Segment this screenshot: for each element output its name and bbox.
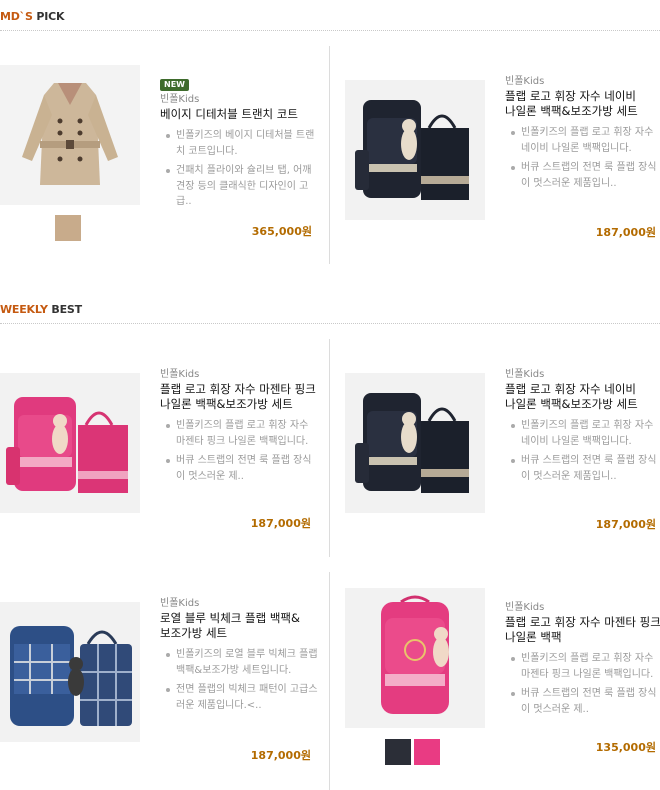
- product-description: 빈폴키즈의 플랩 로고 휘장 자수 네이비 나일론 백팩입니다. 버큐 스트랩의…: [505, 418, 660, 484]
- product-description: 빈폴키즈의 로열 블루 빅체크 플랩 백팩&보조가방 세트입니다. 전면 플랩의…: [160, 647, 318, 713]
- product-name-link[interactable]: 플랩 로고 휘장 자수 네이비 나일론 백팩&보조가방 세트: [505, 382, 660, 412]
- product-image-pink-backpack[interactable]: [345, 588, 485, 728]
- description-line: 빈폴키즈의 플랩 로고 휘장 자수 마젠타 핑크 나일론 백팩입니다.: [160, 418, 318, 449]
- product-info: 빈폴Kids 플랩 로고 휘장 자수 네이비 나일론 백팩&보조가방 세트 빈폴…: [505, 368, 660, 488]
- product-image-pink-backpack-set[interactable]: [0, 373, 140, 513]
- product-price: 187,000원: [250, 517, 311, 530]
- product-price: 187,000원: [595, 518, 656, 531]
- description-line: 빈폴키즈의 베이지 디테처블 트랜치 코트입니다.: [160, 128, 318, 159]
- section-title-md-pick: MD`S PICK: [0, 10, 64, 23]
- description-line: 버큐 스트랩의 전면 룩 플랩 장식이 멋스러운 제..: [160, 453, 318, 484]
- product-price: 187,000원: [250, 749, 311, 762]
- section-title-weekly-best: WEEKLY BEST: [0, 303, 82, 316]
- product-price: 187,000원: [595, 226, 656, 239]
- product-info: 빈폴Kids 로열 블루 빅체크 플랩 백팩&보조가방 세트 빈폴키즈의 로열 …: [160, 597, 318, 717]
- product-info: 빈폴Kids 플랩 로고 휘장 자수 마젠타 핑크 나일론 백팩 빈폴키즈의 플…: [505, 601, 660, 721]
- product-description: 빈폴키즈의 플랩 로고 휘장 자수 마젠타 핑크 나일론 백팩입니다. 버큐 스…: [160, 418, 318, 484]
- description-line: 건패치 플라이와 슐리브 탭, 어깨 견장 등의 클래식한 디자인이 고급..: [160, 163, 318, 210]
- product-brand: 빈폴Kids: [505, 602, 545, 613]
- product-info: 빈폴Kids 플랩 로고 휘장 자수 마젠타 핑크 나일론 백팩&보조가방 세트…: [160, 368, 318, 488]
- product-brand: 빈폴Kids: [160, 94, 200, 105]
- product-image-navy-backpack-set[interactable]: [345, 373, 485, 513]
- color-swatch-pink[interactable]: [414, 739, 440, 765]
- section-title-accent: WEEKLY: [0, 303, 48, 316]
- product-brand: 빈폴Kids: [505, 369, 545, 380]
- column-divider: [329, 46, 330, 264]
- color-swatch-beige[interactable]: [55, 215, 81, 241]
- description-line: 빈폴키즈의 플랩 로고 휘장 자수 마젠타 핑크 나일론 백팩입니다.: [505, 651, 660, 682]
- product-price: 135,000원: [595, 741, 656, 754]
- description-line: 전면 플랩의 빅체크 패턴이 고급스러운 제품입니다.<..: [160, 682, 318, 713]
- product-brand: 빈폴Kids: [505, 76, 545, 87]
- product-description: 빈폴키즈의 플랩 로고 휘장 자수 마젠타 핑크 나일론 백팩입니다. 버큐 스…: [505, 651, 660, 717]
- product-name-link[interactable]: 플랩 로고 휘장 자수 마젠타 핑크 나일론 백팩: [505, 615, 660, 645]
- column-divider: [329, 339, 330, 557]
- product-price: 365,000원: [251, 225, 312, 238]
- color-swatch-navy[interactable]: [385, 739, 411, 765]
- product-brand: 빈폴Kids: [160, 369, 200, 380]
- section-title-rest: PICK: [32, 10, 65, 23]
- product-name-link[interactable]: 로열 블루 빅체크 플랩 백팩&보조가방 세트: [160, 611, 318, 641]
- section-divider: [0, 30, 660, 31]
- product-description: 빈폴키즈의 플랩 로고 휘장 자수 네이비 나일론 백팩입니다. 버큐 스트랩의…: [505, 125, 660, 191]
- section-divider: [0, 323, 660, 324]
- product-name-link[interactable]: 플랩 로고 휘장 자수 네이비 나일론 백팩&보조가방 세트: [505, 89, 660, 119]
- product-name-link[interactable]: 베이지 디테처블 트랜치 코트: [160, 107, 318, 122]
- product-info: NEW 빈폴Kids 베이지 디테처블 트랜치 코트 빈폴키즈의 베이지 디테처…: [160, 72, 318, 214]
- product-image-blue-check-backpack-set[interactable]: [0, 602, 140, 742]
- description-line: 빈폴키즈의 플랩 로고 휘장 자수 네이비 나일론 백팩입니다.: [505, 125, 660, 156]
- product-name-link[interactable]: 플랩 로고 휘장 자수 마젠타 핑크 나일론 백팩&보조가방 세트: [160, 382, 318, 412]
- description-line: 버큐 스트랩의 전면 룩 플랩 장식이 멋스러운 제품입니..: [505, 160, 660, 191]
- description-line: 빈폴키즈의 플랩 로고 휘장 자수 네이비 나일론 백팩입니다.: [505, 418, 660, 449]
- description-line: 빈폴키즈의 로열 블루 빅체크 플랩 백팩&보조가방 세트입니다.: [160, 647, 318, 678]
- column-divider: [329, 572, 330, 790]
- section-title-accent: MD`S: [0, 10, 33, 23]
- product-description: 빈폴키즈의 베이지 디테처블 트랜치 코트입니다. 건패치 플라이와 슐리브 탭…: [160, 128, 318, 210]
- product-image-trench-coat[interactable]: [0, 65, 140, 205]
- product-info: 빈폴Kids 플랩 로고 휘장 자수 네이비 나일론 백팩&보조가방 세트 빈폴…: [505, 75, 660, 195]
- description-line: 버큐 스트랩의 전면 룩 플랩 장식이 멋스러운 제품입니..: [505, 453, 660, 484]
- product-image-navy-backpack-set[interactable]: [345, 80, 485, 220]
- product-brand: 빈폴Kids: [160, 598, 200, 609]
- description-line: 버큐 스트랩의 전면 룩 플랩 장식이 멋스러운 제..: [505, 686, 660, 717]
- new-badge: NEW: [160, 79, 189, 91]
- section-title-rest: BEST: [47, 303, 82, 316]
